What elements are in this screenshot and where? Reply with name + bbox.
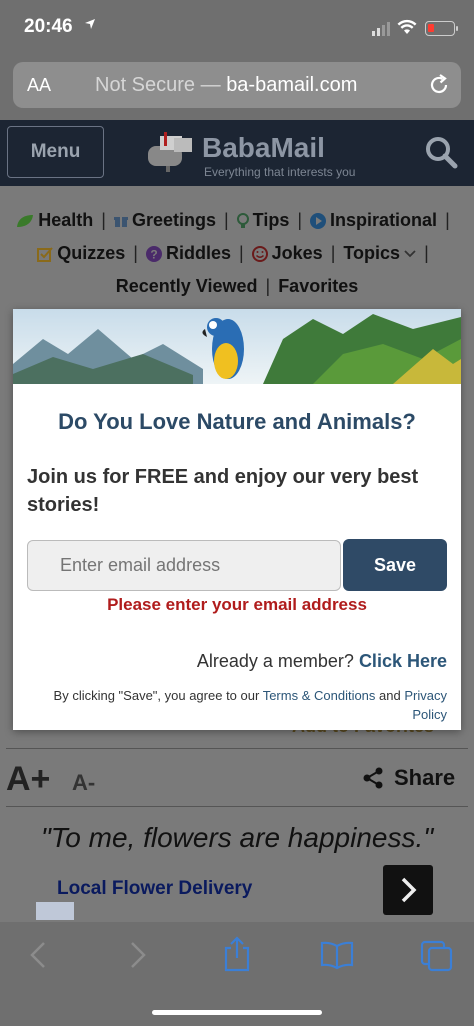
svg-text:?: ? — [150, 247, 157, 261]
url-domain: ba-bamail.com — [226, 74, 358, 96]
nav-item-quizzes[interactable]: Quizzes — [37, 243, 125, 264]
chevron-right-icon — [401, 877, 417, 903]
modal-banner-image — [13, 309, 461, 384]
home-indicator — [152, 1010, 322, 1015]
chevron-down-icon — [404, 249, 416, 257]
reload-icon[interactable] — [427, 73, 451, 102]
modal-title: Do You Love Nature and Animals? — [58, 409, 416, 434]
address-bar[interactable]: AA Not Secure — ba-bamail.com — [13, 62, 461, 108]
nav-item-topics[interactable]: Topics — [343, 243, 416, 264]
forward-icon[interactable] — [126, 940, 148, 975]
not-secure-label: Not Secure — [95, 74, 196, 96]
email-error-message: Please enter your email address — [107, 595, 367, 614]
nav-item-inspirational[interactable]: Inspirational — [310, 210, 437, 231]
url-display[interactable]: Not Secure — ba-bamail.com — [95, 74, 357, 97]
status-bar: 20:46 — [0, 0, 474, 58]
newsletter-modal: Do You Love Nature and Animals? Join us … — [13, 309, 461, 730]
save-button[interactable]: Save — [343, 539, 447, 591]
logo-name: BabaMail — [202, 132, 325, 163]
nav-item-recently-viewed[interactable]: Recently Viewed — [116, 276, 258, 297]
divider — [6, 806, 468, 807]
click-here-link[interactable]: Click Here — [359, 651, 447, 671]
divider — [6, 748, 468, 749]
nav-item-tips[interactable]: Tips — [236, 210, 289, 231]
ad-link[interactable]: Local Flower Delivery — [57, 878, 252, 900]
tabs-icon[interactable] — [420, 940, 454, 977]
play-icon — [310, 212, 327, 229]
location-arrow-icon — [84, 17, 96, 34]
modal-subtitle: Join us for FREE and enjoy our very best… — [27, 466, 419, 516]
terms-link[interactable]: Terms & Conditions — [263, 688, 376, 703]
gift-icon — [113, 216, 128, 227]
article-quote: "To me, flowers are happiness." — [40, 822, 434, 853]
nav-item-riddles[interactable]: ? Riddles — [145, 243, 231, 264]
leaf-icon — [17, 214, 34, 227]
back-icon[interactable] — [28, 940, 50, 975]
smile-icon — [251, 245, 268, 262]
email-field[interactable] — [27, 540, 341, 591]
mailbox-logo-icon — [148, 132, 192, 172]
lightbulb-icon — [236, 212, 249, 228]
nav-item-greetings[interactable]: Greetings — [113, 210, 216, 231]
nav-item-jokes[interactable]: Jokes — [251, 243, 323, 264]
legal-notice: By clicking "Save", you agree to our Ter… — [53, 688, 447, 722]
nav-item-health[interactable]: Health — [16, 210, 93, 231]
share-label: Share — [394, 765, 456, 790]
already-member-text: Already a member? Click Here — [196, 651, 447, 671]
share-icon — [363, 767, 383, 789]
privacy-link[interactable]: Privacy Policy — [404, 688, 447, 722]
category-nav: Health | Greetings | Tips | Inspirationa… — [0, 186, 474, 304]
nav-item-favorites[interactable]: Favorites — [278, 276, 358, 297]
text-size-button[interactable]: AA — [27, 75, 51, 96]
site-header: Menu BabaMail Everything that interests … — [0, 120, 474, 186]
menu-button[interactable]: Menu — [7, 126, 104, 178]
bookmarks-icon[interactable] — [320, 940, 354, 975]
ad-arrow-button[interactable] — [383, 865, 433, 915]
search-icon[interactable] — [424, 135, 458, 174]
logo-tagline: Everything that interests you — [204, 165, 356, 179]
question-icon: ? — [145, 245, 162, 262]
browser-address-area: AA Not Secure — ba-bamail.com — [0, 58, 474, 120]
signal-icon — [372, 22, 390, 36]
check-icon — [37, 246, 53, 262]
font-larger-button[interactable]: A+ — [6, 760, 50, 799]
share-button[interactable]: Share — [362, 765, 455, 791]
ad-choices-icon[interactable] — [36, 902, 74, 920]
battery-icon — [425, 21, 458, 36]
logo[interactable]: BabaMail Everything that interests you — [146, 132, 355, 179]
share-sheet-icon[interactable] — [222, 936, 252, 977]
url-separator: — — [200, 74, 221, 96]
font-smaller-button[interactable]: A- — [72, 770, 95, 796]
status-time: 20:46 — [24, 16, 73, 37]
wifi-icon — [397, 19, 417, 40]
